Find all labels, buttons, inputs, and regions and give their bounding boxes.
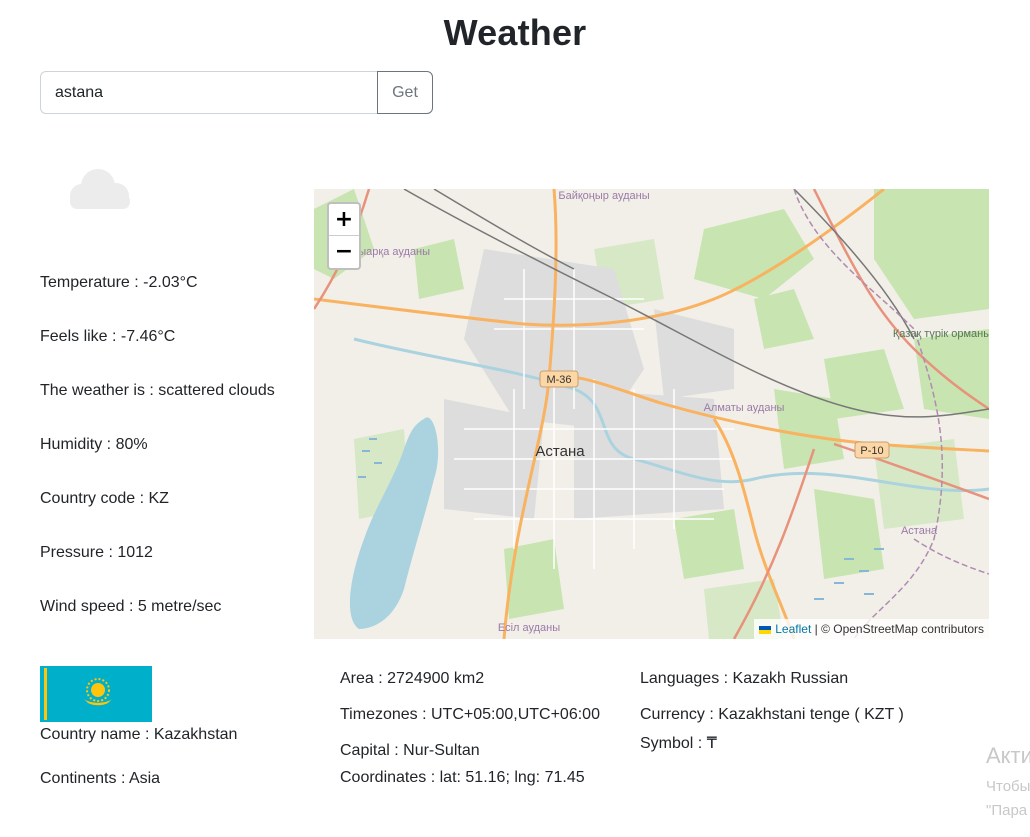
- city-search-input[interactable]: [40, 71, 377, 114]
- pressure-text: Pressure : 1012: [40, 544, 153, 561]
- timezones-text: Timezones : UTC+05:00,UTC+06:00: [340, 706, 600, 723]
- svg-text:M-36: M-36: [546, 374, 571, 386]
- activation-watermark-line: Чтобы: [986, 778, 1030, 795]
- map-attribution: Leaflet | © OpenStreetMap contributors: [754, 619, 989, 639]
- leaflet-link[interactable]: Leaflet: [775, 622, 811, 636]
- activation-watermark-line: "Пара: [986, 802, 1028, 819]
- coordinates-text: Coordinates : lat: 51.16; lng: 71.45: [340, 769, 585, 786]
- activation-watermark-title: Акти: [986, 743, 1030, 768]
- continents-text: Continents : Asia: [40, 770, 161, 787]
- osm-attribution-text: | © OpenStreetMap contributors: [814, 622, 984, 636]
- country-flag: [40, 666, 152, 722]
- map-forest-label: Қазақ түрік орманы: [893, 328, 989, 340]
- map-district-label: Есіл ауданы: [498, 622, 560, 634]
- zoom-in-button[interactable]: +: [329, 204, 359, 236]
- area-text: Area : 2724900 km2: [340, 670, 485, 687]
- cloud-icon: [70, 169, 130, 209]
- road-shield-p10: P-10: [854, 441, 890, 459]
- road-shield-m36: M-36: [539, 370, 579, 388]
- kazakhstan-flag-icon: [40, 666, 152, 722]
- currency-text: Currency : Kazakhstani tenge ( KZT ): [640, 706, 904, 723]
- humidity-text: Humidity : 80%: [40, 436, 148, 453]
- map-city-label: Астана: [535, 443, 585, 460]
- weather-description-text: The weather is : scattered clouds: [40, 382, 275, 399]
- zoom-out-button[interactable]: −: [329, 236, 359, 268]
- page-title: Weather: [443, 12, 587, 53]
- languages-text: Languages : Kazakh Russian: [640, 670, 849, 687]
- capital-text: Capital : Nur-Sultan: [340, 742, 480, 759]
- wind-speed-text: Wind speed : 5 metre/sec: [40, 598, 222, 615]
- temperature-text: Temperature : -2.03°C: [40, 274, 198, 291]
- search-form: Get: [40, 71, 433, 114]
- map-district-label: Байқоңыр ауданы: [558, 190, 649, 202]
- get-button[interactable]: Get: [377, 71, 433, 114]
- map[interactable]: M-36 P-10 Астана Сарыарқа ауданы Алматы …: [314, 189, 989, 639]
- country-name-text: Country name : Kazakhstan: [40, 726, 238, 743]
- map-tiles[interactable]: M-36 P-10 Астана Сарыарқа ауданы Алматы …: [314, 189, 989, 639]
- map-district-label: Алматы ауданы: [704, 402, 785, 414]
- map-border-label: Астана: [901, 525, 938, 537]
- map-urban: [444, 249, 734, 519]
- zoom-control: + −: [327, 202, 361, 270]
- feels-like-text: Feels like : -7.46°C: [40, 328, 176, 345]
- country-code-text: Country code : KZ: [40, 490, 169, 507]
- currency-symbol-text: Symbol : ₸: [640, 735, 717, 752]
- ukraine-flag-icon: [759, 626, 772, 634]
- svg-text:P-10: P-10: [860, 445, 883, 457]
